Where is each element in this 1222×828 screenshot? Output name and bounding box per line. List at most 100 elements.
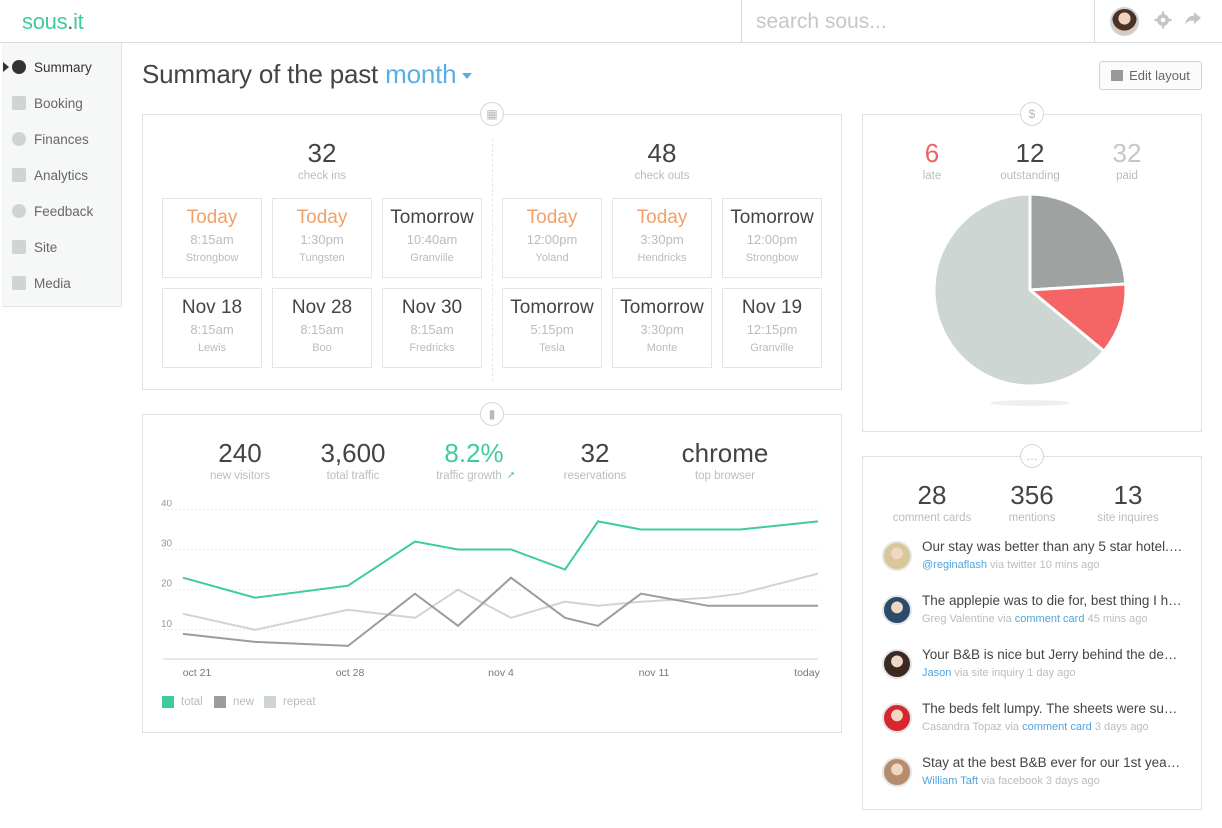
trend-up-icon: ➚: [507, 470, 516, 481]
avatar[interactable]: [882, 541, 912, 571]
mentions-count: 356: [1010, 480, 1054, 510]
bookings-divider: [492, 139, 493, 381]
gear-icon[interactable]: [1153, 11, 1173, 31]
checkouts-count: 48: [647, 138, 677, 168]
paid-label: paid: [1116, 170, 1138, 182]
chevron-down-icon: [462, 73, 473, 80]
sidebar: Summary Booking Finances Analytics Feedb…: [2, 43, 122, 307]
series-line-repeat: [182, 572, 819, 631]
comment-text: Our stay was better than any 5 star hote…: [922, 539, 1184, 554]
comment-item[interactable]: The applepie was to die for, best thing …: [882, 593, 1192, 633]
card-time: 5:15pm: [530, 322, 574, 337]
avatar[interactable]: [882, 757, 912, 787]
checkout-card[interactable]: Tomorrow 5:15pm Tesla: [502, 288, 602, 368]
checkin-card[interactable]: Today 8:15am Strongbow: [162, 198, 262, 278]
legend-repeat[interactable]: repeat: [264, 696, 316, 708]
checkouts-label: check outs: [634, 170, 690, 182]
sidebar-item-analytics[interactable]: Analytics: [2, 157, 122, 193]
comment-cards-label: comment cards: [892, 512, 972, 524]
comment-item[interactable]: Your B&B is nice but Jerry behind the de…: [882, 647, 1192, 687]
card-day: Tomorrow: [730, 207, 814, 228]
sidebar-item-summary[interactable]: Summary: [2, 49, 122, 85]
x-tick-label: today: [794, 667, 820, 679]
card-time: 12:00pm: [746, 232, 798, 247]
comment-text: Stay at the best B&B ever for our 1st ye…: [922, 755, 1184, 770]
share-arrow-icon[interactable]: [1183, 11, 1203, 31]
comment-item[interactable]: The beds felt lumpy. The sheets were sup…: [882, 701, 1192, 741]
search-box: [741, 0, 1095, 43]
comment-text: The beds felt lumpy. The sheets were sup…: [922, 701, 1184, 716]
top-bar: sous.it: [0, 0, 1222, 43]
comment-item[interactable]: Stay at the best B&B ever for our 1st ye…: [882, 755, 1192, 795]
comment-item[interactable]: Our stay was better than any 5 star hote…: [882, 539, 1192, 579]
card-guest-name: Yoland: [535, 252, 569, 264]
late-label: late: [922, 170, 942, 182]
sidebar-item-finances[interactable]: Finances: [2, 121, 122, 157]
legend-new[interactable]: new: [214, 696, 254, 708]
paid-count: 32: [1112, 138, 1142, 168]
avatar[interactable]: [882, 595, 912, 625]
avatar[interactable]: [882, 703, 912, 733]
y-tick-label: 10: [161, 619, 173, 630]
avatar[interactable]: [882, 649, 912, 679]
late-count: 6: [924, 138, 940, 168]
layout-icon: [1111, 70, 1124, 81]
comment-author[interactable]: Jason: [922, 667, 951, 679]
card-day: Today: [296, 207, 348, 228]
checkins-count: 32: [307, 138, 337, 168]
card-day: Nov 30: [401, 297, 463, 318]
sidebar-item-site[interactable]: Site: [2, 229, 122, 265]
legend-swatch-total: [162, 696, 174, 708]
comment-source[interactable]: comment card: [1015, 613, 1085, 625]
checkout-card[interactable]: Today 12:00pm Yoland: [502, 198, 602, 278]
comment-meta: @reginaflash via twitter 10 mins ago: [922, 559, 1184, 571]
checkout-card[interactable]: Nov 19 12:15pm Granville: [722, 288, 822, 368]
mentions-label: mentions: [1008, 512, 1056, 524]
card-day: Today: [636, 207, 688, 228]
checkout-card[interactable]: Today 3:30pm Hendricks: [612, 198, 712, 278]
card-day: Today: [186, 207, 238, 228]
comment-author[interactable]: @reginaflash: [922, 559, 987, 571]
sidebar-item-label: Finances: [34, 131, 89, 147]
monitor-icon: [12, 240, 26, 254]
checkout-card[interactable]: Tomorrow 3:30pm Monte: [612, 288, 712, 368]
stat-reservations: 32: [580, 438, 610, 468]
card-guest-name: Granville: [410, 252, 454, 264]
checkin-card[interactable]: Today 1:30pm Tungsten: [272, 198, 372, 278]
comment-meta: Casandra Topaz via comment card 3 days a…: [922, 721, 1184, 733]
checkin-card[interactable]: Tomorrow 10:40am Granville: [382, 198, 482, 278]
period-dropdown[interactable]: month: [385, 59, 473, 89]
sidebar-item-label: Feedback: [34, 203, 94, 219]
checkin-card[interactable]: Nov 18 8:15am Lewis: [162, 288, 262, 368]
edit-layout-button[interactable]: Edit layout: [1099, 61, 1202, 90]
checkin-card[interactable]: Nov 30 8:15am Fredricks: [382, 288, 482, 368]
comment-text: Your B&B is nice but Jerry behind the de…: [922, 647, 1184, 662]
checkout-card[interactable]: Tomorrow 12:00pm Strongbow: [722, 198, 822, 278]
sidebar-item-media[interactable]: Media: [2, 265, 122, 301]
logo-suffix: it: [73, 9, 84, 34]
card-guest-name: Fredricks: [409, 342, 455, 354]
search-input[interactable]: [742, 0, 1094, 43]
comment-via-prefix: via: [978, 775, 999, 787]
sidebar-item-booking[interactable]: Booking: [2, 85, 122, 121]
user-avatar[interactable]: [1110, 7, 1139, 36]
card-guest-name: Granville: [750, 342, 794, 354]
card-time: 8:15am: [190, 232, 234, 247]
comment-source[interactable]: comment card: [1022, 721, 1092, 733]
card-time: 8:15am: [300, 322, 344, 337]
card-time: 12:00pm: [526, 232, 578, 247]
comment-author[interactable]: William Taft: [922, 775, 978, 787]
app-logo[interactable]: sous.it: [22, 9, 84, 35]
legend-swatch-repeat: [264, 696, 276, 708]
clock-icon: [12, 60, 26, 74]
legend-total[interactable]: total: [162, 696, 203, 708]
y-tick-label: 40: [161, 500, 173, 509]
comment-via-prefix: via: [1001, 721, 1023, 733]
comment-via-prefix: via: [994, 613, 1015, 625]
sidebar-item-feedback[interactable]: Feedback: [2, 193, 122, 229]
card-time: 10:40am: [406, 232, 458, 247]
calendar-icon: [12, 96, 26, 110]
checkin-card[interactable]: Nov 28 8:15am Boo: [272, 288, 372, 368]
pie-slice-outstanding[interactable]: [1028, 192, 1128, 292]
stat-reservations-label: reservations: [563, 470, 627, 482]
